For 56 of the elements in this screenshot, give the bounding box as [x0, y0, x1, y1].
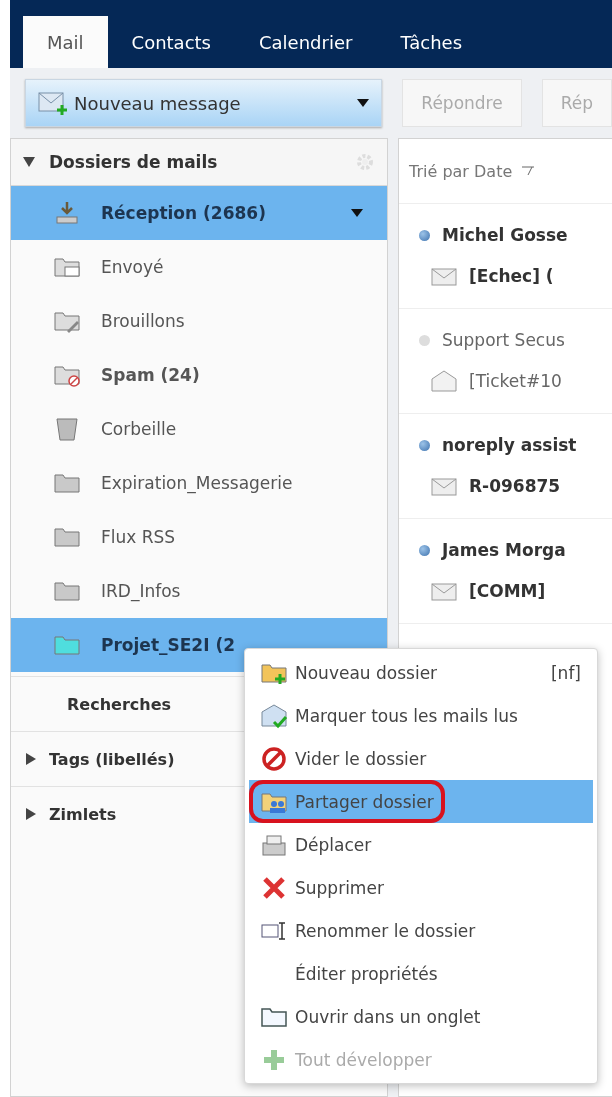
- message-item[interactable]: James Morga [COMM]: [399, 519, 612, 624]
- folder-item[interactable]: Réception (2686): [11, 186, 387, 240]
- sort-label[interactable]: Trié par Date: [409, 161, 513, 181]
- folder-item[interactable]: Brouillons: [11, 294, 387, 348]
- folder-label: Expiration_Messagerie: [101, 473, 294, 493]
- caret-icon[interactable]: [351, 209, 363, 217]
- message-subject: [Echec] (: [469, 266, 554, 286]
- app-tab[interactable]: Calendrier: [235, 16, 377, 68]
- message-subject: [Ticket#10: [469, 371, 562, 391]
- app-tab[interactable]: Mail: [23, 16, 108, 68]
- message-sender: noreply assist: [442, 435, 577, 455]
- prohibited-icon: [260, 744, 288, 773]
- folder-item[interactable]: IRD_Infos: [11, 564, 387, 618]
- envelope-icon: [431, 580, 457, 602]
- folder-label: IRD_Infos: [101, 581, 182, 601]
- menu-item[interactable]: Supprimer: [249, 866, 593, 909]
- expand-triangle-icon[interactable]: [25, 753, 37, 765]
- envelope-icon: [431, 475, 457, 497]
- folder-label: Projet_SE2I (2: [101, 635, 237, 655]
- expand-triangle-icon[interactable]: [23, 156, 35, 168]
- message-sender: Michel Gosse: [442, 225, 568, 245]
- folder-label: Flux RSS: [101, 527, 177, 547]
- download-tray-icon: [53, 199, 81, 227]
- message-subject: R-096875: [469, 476, 561, 496]
- folder-item[interactable]: Envoyé: [11, 240, 387, 294]
- folder-item[interactable]: Expiration_Messagerie: [11, 456, 387, 510]
- folder-label: Brouillons: [101, 311, 186, 331]
- message-sender: Support Secus: [442, 330, 565, 350]
- app-tab[interactable]: Contacts: [107, 16, 235, 68]
- sort-icon[interactable]: [522, 166, 535, 176]
- menu-item[interactable]: Partager dossier: [249, 780, 593, 823]
- expand-triangle-icon[interactable]: [25, 808, 37, 820]
- message-item[interactable]: Support Secus [Ticket#10: [399, 309, 612, 414]
- app-tab[interactable]: Tâches: [376, 16, 487, 68]
- panel-title: Dossiers de mails: [49, 152, 219, 172]
- folder-label: Réception (2686): [101, 203, 267, 223]
- folder-label: Spam (24): [101, 365, 201, 385]
- folder-item[interactable]: Spam (24): [11, 348, 387, 402]
- menu-item[interactable]: Éditer propriétés: [249, 952, 593, 995]
- shortcut-hint: [nf]: [550, 662, 581, 683]
- folder-item[interactable]: Corbeille: [11, 402, 387, 456]
- caret-icon: [357, 99, 370, 107]
- message-sender: James Morga: [442, 540, 566, 560]
- message-subject: [COMM]: [469, 581, 546, 601]
- menu-item[interactable]: Ouvrir dans un onglet: [249, 995, 593, 1038]
- envelope-icon: [431, 370, 457, 392]
- folder-item[interactable]: Flux RSS: [11, 510, 387, 564]
- message-item[interactable]: noreply assist R-096875: [399, 414, 612, 519]
- message-item[interactable]: Michel Gosse [Echec] (: [399, 204, 612, 309]
- envelope-plus-icon: [38, 90, 68, 116]
- envelope-icon: [431, 265, 457, 287]
- folder-label: Envoyé: [101, 257, 165, 277]
- new-message-button[interactable]: Nouveau message: [25, 79, 383, 127]
- trash-icon: [53, 415, 81, 443]
- menu-item[interactable]: Renommer le dossier: [249, 909, 593, 952]
- folder-label: Corbeille: [101, 419, 178, 439]
